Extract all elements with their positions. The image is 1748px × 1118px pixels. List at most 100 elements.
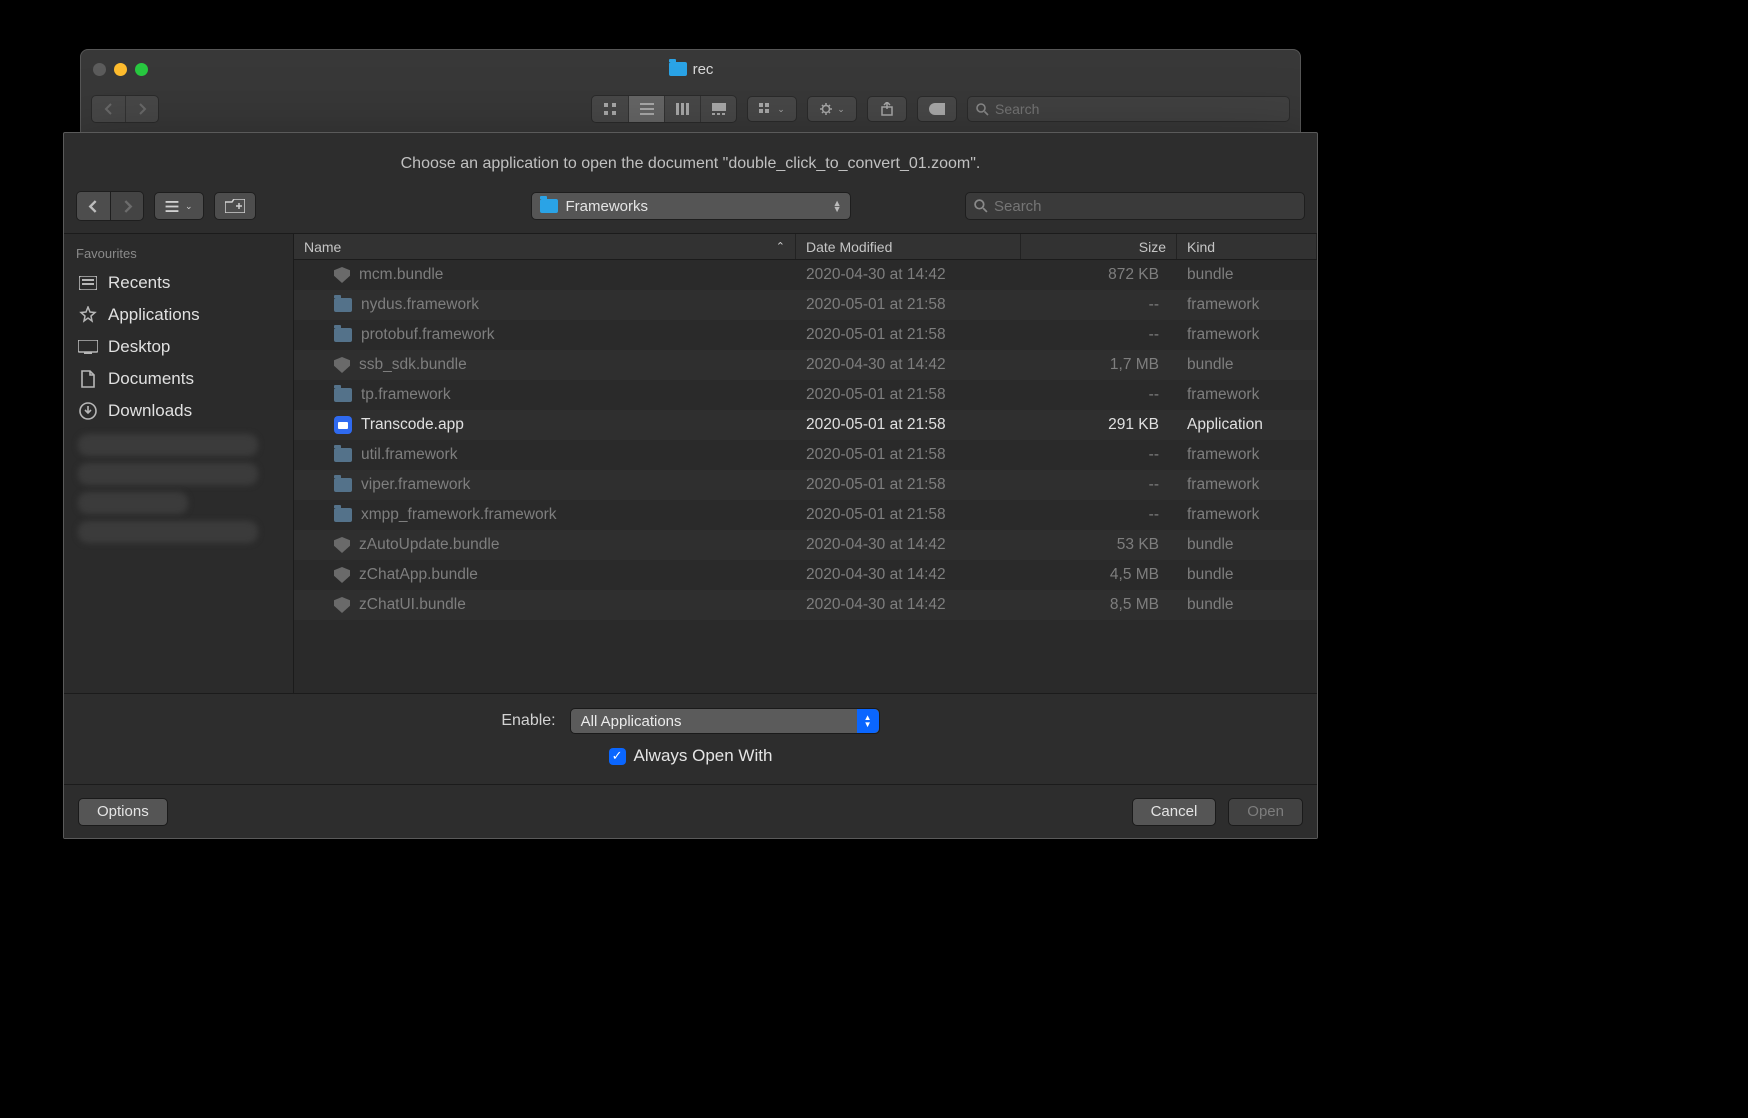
sidebar-item-label: Applications: [108, 305, 200, 325]
share-button[interactable]: [867, 96, 907, 122]
sidebar-item-label: Downloads: [108, 401, 192, 421]
sidebar-item-docs[interactable]: Documents: [64, 363, 293, 395]
sidebar-item-desktop[interactable]: Desktop: [64, 331, 293, 363]
sidebar-item-apps[interactable]: Applications: [64, 299, 293, 331]
sheet-search[interactable]: [965, 192, 1305, 220]
file-kind: bundle: [1177, 596, 1317, 614]
file-size: --: [1021, 446, 1177, 464]
action-menu-button[interactable]: ⌄: [807, 96, 857, 122]
sheet-search-input[interactable]: [994, 198, 1296, 215]
tags-button[interactable]: [917, 96, 957, 122]
file-name: viper.framework: [361, 476, 470, 494]
titlebar: rec: [81, 50, 1300, 88]
file-name: tp.framework: [361, 386, 451, 404]
open-button[interactable]: Open: [1228, 798, 1303, 826]
sheet-controls: Enable: All Applications ▲▼ ✓ Always Ope…: [64, 693, 1317, 784]
view-mode-group: [591, 95, 737, 123]
window-controls: [93, 63, 148, 76]
file-row: tp.framework 2020-05-01 at 21:58--framewo…: [294, 380, 1317, 410]
file-row: viper.framework 2020-05-01 at 21:58--fram…: [294, 470, 1317, 500]
file-name: nydus.framework: [361, 296, 479, 314]
gallery-view-button[interactable]: [700, 96, 736, 122]
file-name: util.framework: [361, 446, 457, 464]
zoom-window-button[interactable]: [135, 63, 148, 76]
cancel-button[interactable]: Cancel: [1132, 798, 1217, 826]
column-view-button[interactable]: [664, 96, 700, 122]
search-icon: [976, 103, 989, 116]
sidebar-item-label: Desktop: [108, 337, 170, 357]
file-row: zChatUI.bundle2020-04-30 at 14:428,5 MBb…: [294, 590, 1317, 620]
path-popup[interactable]: Frameworks ▲▼: [531, 192, 851, 220]
file-size: 872 KB: [1021, 266, 1177, 284]
checkbox-checked-icon[interactable]: ✓: [609, 748, 626, 765]
file-size: 291 KB: [1021, 416, 1177, 434]
file-kind: framework: [1177, 296, 1317, 314]
column-kind[interactable]: Kind: [1177, 234, 1317, 259]
nav-back-forward: [91, 95, 159, 123]
search-icon: [974, 199, 988, 213]
close-window-button[interactable]: [93, 63, 106, 76]
sidebar-section-title: Favourites: [64, 242, 293, 267]
enable-popup[interactable]: All Applications ▲▼: [570, 708, 880, 734]
file-size: --: [1021, 386, 1177, 404]
group-by-button[interactable]: ⌄: [747, 96, 797, 122]
sidebar-item-recents[interactable]: Recents: [64, 267, 293, 299]
finder-search-input[interactable]: [995, 101, 1281, 117]
file-date: 2020-05-01 at 21:58: [796, 476, 1021, 494]
forward-button[interactable]: [125, 96, 158, 122]
enable-label: Enable:: [501, 712, 555, 730]
file-name: ssb_sdk.bundle: [359, 356, 467, 374]
folder-icon: [334, 298, 352, 312]
file-kind: framework: [1177, 386, 1317, 404]
column-name[interactable]: Name⌃: [294, 234, 796, 259]
file-size: 4,5 MB: [1021, 566, 1177, 584]
file-date: 2020-04-30 at 14:42: [796, 266, 1021, 284]
file-date: 2020-05-01 at 21:58: [796, 506, 1021, 524]
apps-icon: [78, 306, 98, 324]
file-date: 2020-05-01 at 21:58: [796, 386, 1021, 404]
column-date[interactable]: Date Modified: [796, 234, 1021, 259]
file-row: protobuf.framework2020-05-01 at 21:58--f…: [294, 320, 1317, 350]
file-kind: bundle: [1177, 566, 1317, 584]
sidebar-item-redacted: [78, 463, 258, 485]
folder-icon: [669, 62, 687, 76]
sheet-view-mode[interactable]: ⌄: [154, 192, 204, 220]
minimize-window-button[interactable]: [114, 63, 127, 76]
file-size: --: [1021, 506, 1177, 524]
always-open-label: Always Open With: [634, 746, 773, 766]
sheet-prompt: Choose an application to open the docume…: [64, 133, 1317, 187]
list-view-button[interactable]: [628, 96, 664, 122]
folder-icon: [334, 328, 352, 342]
file-row: mcm.bundle2020-04-30 at 14:42872 KBbundl…: [294, 260, 1317, 290]
file-date: 2020-05-01 at 21:58: [796, 296, 1021, 314]
icon-view-button[interactable]: [592, 96, 628, 122]
file-row: util.framework2020-05-01 at 21:58--frame…: [294, 440, 1317, 470]
folder-icon: [334, 388, 352, 402]
enable-value: All Applications: [581, 713, 682, 730]
column-size[interactable]: Size: [1021, 234, 1177, 259]
desktop-icon: [78, 340, 98, 354]
always-open-row[interactable]: ✓ Always Open With: [609, 746, 773, 766]
finder-toolbar: ⌄ ⌄: [81, 88, 1300, 130]
file-date: 2020-05-01 at 21:58: [796, 416, 1021, 434]
options-button[interactable]: Options: [78, 798, 168, 826]
sheet-forward-button[interactable]: [110, 192, 143, 220]
file-rows: mcm.bundle2020-04-30 at 14:42872 KBbundl…: [294, 260, 1317, 693]
sheet-back-button[interactable]: [77, 192, 110, 220]
finder-search[interactable]: [967, 96, 1290, 122]
file-kind: bundle: [1177, 266, 1317, 284]
back-button[interactable]: [92, 96, 125, 122]
shield-icon: [334, 267, 350, 283]
file-row: zAutoUpdate.bundle2020-04-30 at 14:4253 …: [294, 530, 1317, 560]
file-size: --: [1021, 326, 1177, 344]
new-folder-button[interactable]: [214, 192, 256, 220]
sidebar-item-downloads[interactable]: Downloads: [64, 395, 293, 427]
file-name: zAutoUpdate.bundle: [359, 536, 499, 554]
file-row[interactable]: Transcode.app2020-05-01 at 21:58291 KBAp…: [294, 410, 1317, 440]
file-kind: framework: [1177, 476, 1317, 494]
enable-row: Enable: All Applications ▲▼: [501, 708, 879, 734]
file-size: --: [1021, 476, 1177, 494]
docs-icon: [78, 370, 98, 388]
sidebar-item-redacted: [78, 434, 258, 456]
sidebar-item-redacted: [78, 521, 258, 543]
